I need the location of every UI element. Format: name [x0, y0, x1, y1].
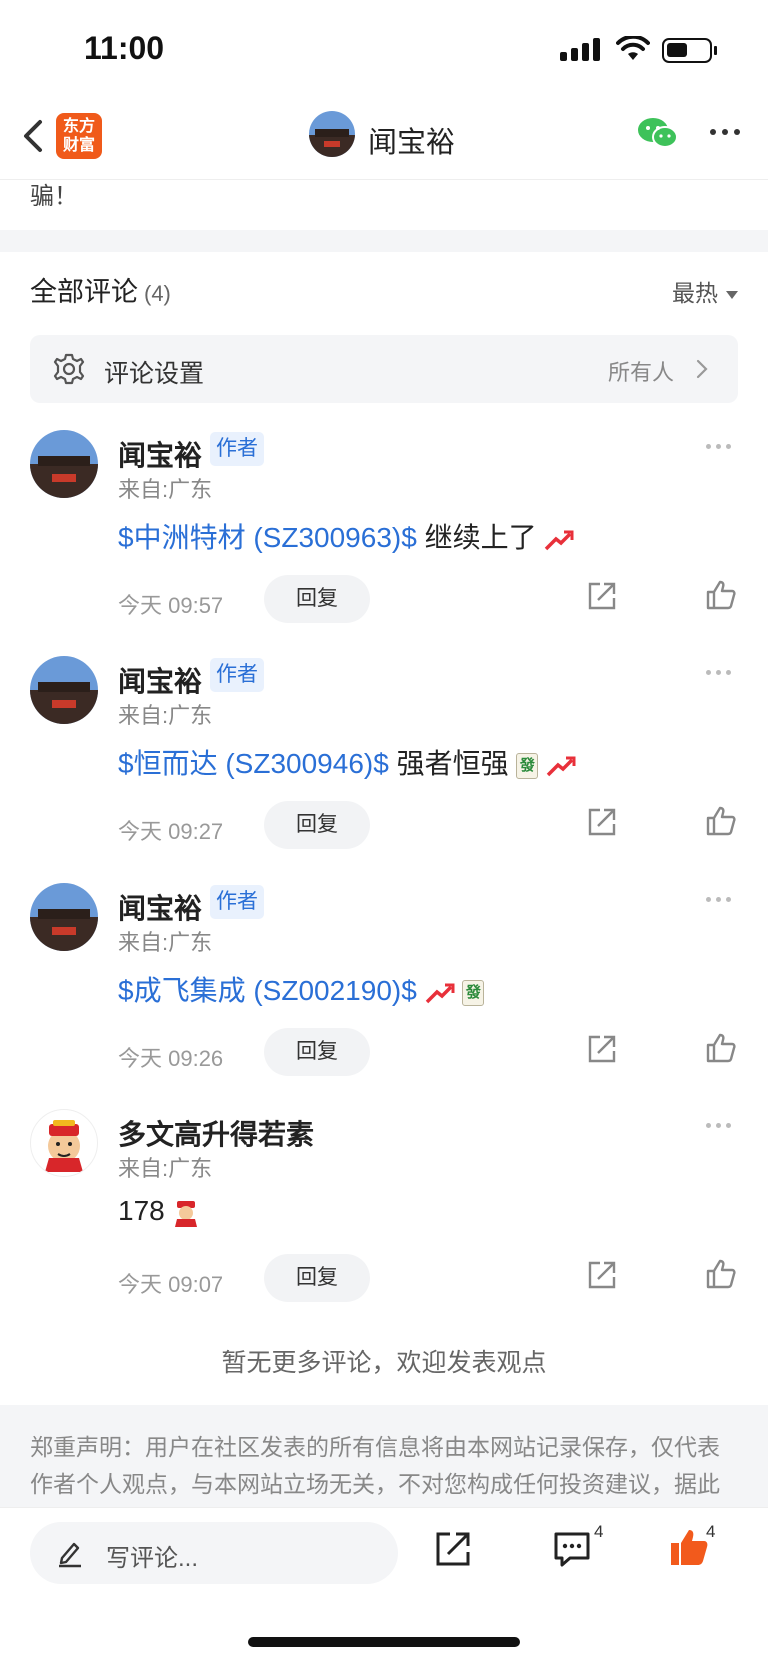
- comment-more-icon[interactable]: [706, 897, 731, 902]
- share-icon[interactable]: [586, 806, 618, 838]
- stock-link[interactable]: $中洲特材 (SZ300963)$: [118, 522, 417, 553]
- comment-location: 来自:广东: [118, 477, 213, 502]
- commenter-avatar[interactable]: [30, 883, 98, 951]
- comment-more-icon[interactable]: [706, 1123, 731, 1128]
- commenter-avatar[interactable]: [30, 430, 98, 498]
- comment-text: 178: [118, 1195, 165, 1226]
- comment-item: 闻宝裕 作者 来自:广东 $中洲特材 (SZ300963)$ 继续上了 今天 0…: [0, 430, 768, 656]
- comment-body: $成飞集成 (SZ002190)$ 發: [118, 969, 485, 1009]
- comment-text: 强者恒强: [388, 748, 509, 779]
- share-icon[interactable]: [434, 1530, 472, 1568]
- thumbs-up-icon[interactable]: [704, 578, 738, 612]
- comment-settings-row[interactable]: 评论设置 所有人: [30, 335, 738, 403]
- article-tail-text: 骗！: [30, 183, 78, 210]
- comment-count-badge: 4: [594, 1522, 604, 1541]
- share-icon[interactable]: [586, 1259, 618, 1291]
- fortune-god-emoji-icon: [174, 1200, 197, 1227]
- user-avatar[interactable]: [309, 111, 355, 157]
- author-badge: 作者: [210, 658, 264, 692]
- status-time: 11:00: [84, 30, 165, 66]
- trend-up-icon: [545, 530, 574, 550]
- reply-button[interactable]: 回复: [264, 1254, 370, 1302]
- thumbs-up-icon[interactable]: [704, 804, 738, 838]
- comment-item: 闻宝裕 作者 来自:广东 $成飞集成 (SZ002190)$ 發 今天 09:2…: [0, 883, 768, 1109]
- comment-body: $中洲特材 (SZ300963)$ 继续上了: [118, 516, 574, 556]
- comment-more-icon[interactable]: [706, 444, 731, 449]
- comment-input[interactable]: 写评论...: [30, 1522, 398, 1584]
- comment-time: 今天 09:26: [118, 1046, 224, 1071]
- comment-input-placeholder: 写评论...: [106, 1545, 199, 1572]
- section-divider: [0, 230, 768, 252]
- commenter-name[interactable]: 闻宝裕: [118, 660, 202, 700]
- wifi-icon: [616, 36, 650, 60]
- nav-user-name[interactable]: 闻宝裕: [368, 119, 455, 161]
- chevron-right-icon: [696, 359, 708, 379]
- nav-bar: 东方 财富 闻宝裕: [0, 100, 768, 180]
- back-chevron-icon[interactable]: [14, 114, 54, 154]
- comments-title: 全部评论: [30, 277, 138, 307]
- commenter-avatar[interactable]: [30, 656, 98, 724]
- no-more-comments-text: 暂无更多评论，欢迎发表观点: [221, 1349, 547, 1377]
- author-badge: 作者: [210, 885, 264, 919]
- trend-up-icon: [546, 756, 576, 776]
- wechat-share-icon[interactable]: [636, 116, 680, 152]
- comments-count: (4): [144, 281, 171, 306]
- more-options-icon[interactable]: [710, 129, 740, 135]
- comment-item: 闻宝裕 作者 来自:广东 $恒而达 (SZ300946)$ 强者恒强 發 今天 …: [0, 656, 768, 882]
- stock-link[interactable]: $成飞集成 (SZ002190)$: [118, 975, 417, 1006]
- stock-link[interactable]: $恒而达 (SZ300946)$: [118, 748, 389, 779]
- comment-more-icon[interactable]: [706, 670, 731, 675]
- mahjong-fa-icon: 發: [516, 752, 539, 779]
- share-icon[interactable]: [586, 580, 618, 612]
- author-badge: 作者: [210, 432, 264, 466]
- cellular-signal-icon: [560, 38, 600, 61]
- reply-button[interactable]: 回复: [264, 1028, 370, 1076]
- comment-time: 今天 09:57: [118, 593, 224, 618]
- sort-label: 最热: [672, 280, 718, 306]
- reply-button[interactable]: 回复: [264, 575, 370, 623]
- comment-location: 来自:广东: [118, 1156, 213, 1181]
- status-bar: 11:00: [0, 0, 768, 100]
- commenter-name[interactable]: 闻宝裕: [118, 434, 202, 474]
- eastmoney-logo: 东方 财富: [56, 113, 102, 159]
- commenter-name[interactable]: 多文高升得若素: [118, 1113, 314, 1153]
- reply-button[interactable]: 回复: [264, 801, 370, 849]
- comment-text: 继续上了: [416, 522, 537, 553]
- commenter-avatar[interactable]: [30, 1109, 98, 1177]
- comment-item: 多文高升得若素 来自:广东 178 今天 09:07 回复: [0, 1109, 768, 1335]
- comment-time: 今天 09:27: [118, 819, 224, 844]
- thumbs-up-filled-icon[interactable]: [668, 1526, 710, 1568]
- mahjong-fa-icon: 發: [462, 979, 485, 1006]
- gear-icon: [53, 353, 85, 385]
- triangle-down-icon: [726, 290, 738, 299]
- comment-body: 178: [118, 1195, 199, 1227]
- comments-header: 全部评论 (4) 最热: [30, 270, 738, 310]
- sort-dropdown[interactable]: 最热: [672, 274, 738, 308]
- thumbs-up-icon[interactable]: [704, 1031, 738, 1065]
- home-indicator: [248, 1637, 520, 1647]
- comment-location: 来自:广东: [118, 703, 213, 728]
- comment-body: $恒而达 (SZ300946)$ 强者恒强 發: [118, 742, 576, 782]
- settings-label: 评论设置: [104, 360, 205, 388]
- pencil-icon: [59, 1542, 81, 1568]
- comment-bubble-icon[interactable]: [552, 1530, 592, 1568]
- trend-up-icon: [425, 983, 455, 1003]
- comment-time: 今天 09:07: [118, 1272, 224, 1297]
- comment-location: 来自:广东: [118, 930, 213, 955]
- like-count-badge: 4: [706, 1522, 716, 1541]
- comment-text: [417, 975, 425, 1006]
- thumbs-up-icon[interactable]: [704, 1257, 738, 1291]
- disclaimer-text: 郑重声明：用户在社区发表的所有信息将由本网站记录保存，仅代表作者个人观点，与本网…: [0, 1405, 768, 1507]
- battery-icon: [662, 38, 717, 63]
- settings-value: 所有人: [607, 360, 674, 385]
- share-icon[interactable]: [586, 1033, 618, 1065]
- commenter-name[interactable]: 闻宝裕: [118, 887, 202, 927]
